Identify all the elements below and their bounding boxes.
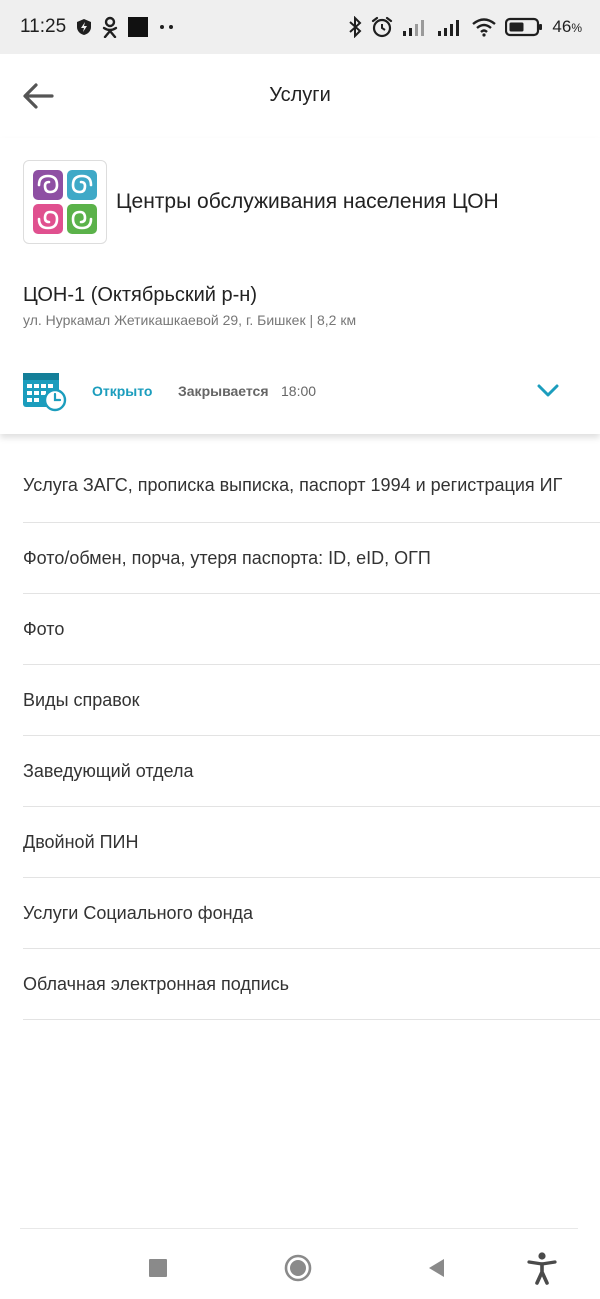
status-right: 46% <box>348 16 582 38</box>
signal-icon <box>438 20 460 36</box>
service-item[interactable]: Двойной ПИН <box>23 807 600 878</box>
branch-name: ЦОН-1 (Октябрьский р-н) <box>23 284 258 306</box>
service-item[interactable]: Заведующий отдела <box>23 736 600 807</box>
organization-card: Центры обслуживания населения ЦОН ЦОН-1 … <box>0 138 600 434</box>
accessibility-icon <box>527 1252 557 1285</box>
bluetooth-icon <box>349 16 362 38</box>
service-item[interactable]: Виды справок <box>23 665 600 736</box>
service-label: Услуга ЗАГС, прописка выписка, паспорт 1… <box>23 475 563 495</box>
page-title: Услуги <box>269 84 331 106</box>
service-item[interactable]: Услуга ЗАГС, прописка выписка, паспорт 1… <box>23 446 600 523</box>
back-nav-button[interactable] <box>416 1248 456 1288</box>
service-label: Фото/обмен, порча, утеря паспорта: ID, e… <box>23 548 431 568</box>
nav-divider <box>20 1228 578 1229</box>
system-navigation-bar <box>0 1228 600 1299</box>
organization-name: Центры обслуживания населения ЦОН <box>116 190 499 213</box>
battery-percent: 46% <box>552 17 582 36</box>
odnoklassniki-icon <box>102 16 118 38</box>
service-item[interactable]: Фото <box>23 594 600 665</box>
service-label: Двойной ПИН <box>23 832 139 852</box>
black-square-icon <box>128 17 149 37</box>
closes-time: 18:00 <box>281 383 317 399</box>
home-button[interactable] <box>278 1248 318 1288</box>
service-item[interactable]: Облачная электронная подпись <box>23 949 600 1020</box>
status-time: 11:25 <box>20 16 67 37</box>
con-logo-icon <box>33 170 97 234</box>
service-label: Виды справок <box>23 690 140 710</box>
branch-address: ул. Нуркамал Жетикашкаевой 29, г. Бишкек… <box>23 312 357 328</box>
expand-hours-button[interactable] <box>532 376 564 406</box>
back-triangle-icon <box>429 1259 444 1277</box>
alarm-icon <box>372 16 393 38</box>
app-header: Услуги <box>0 54 600 138</box>
working-hours-row[interactable]: Открыто Закрывается 18:00 <box>0 366 600 416</box>
battery-icon <box>505 17 543 37</box>
service-label: Заведующий отдела <box>23 761 194 781</box>
home-circle-icon <box>284 1254 312 1282</box>
shield-icon <box>77 19 92 35</box>
service-item[interactable]: Фото/обмен, порча, утеря паспорта: ID, e… <box>23 523 600 594</box>
signal-icon <box>403 20 425 36</box>
calendar-clock-icon <box>23 373 67 412</box>
service-item[interactable]: Услуги Социального фонда <box>23 878 600 949</box>
status-bar: 11:25 46% <box>0 0 600 54</box>
accessibility-button[interactable] <box>522 1248 562 1288</box>
wifi-icon <box>472 18 497 37</box>
open-status: Открыто <box>92 383 153 399</box>
service-label: Услуги Социального фонда <box>23 903 254 923</box>
recents-button[interactable] <box>138 1248 178 1288</box>
more-dots-icon <box>160 25 174 29</box>
organization-logo <box>23 160 107 244</box>
recents-square-icon <box>149 1259 167 1277</box>
service-label: Облачная электронная подпись <box>23 974 290 994</box>
service-label: Фото <box>23 619 65 639</box>
chevron-down-icon <box>537 384 559 397</box>
status-left: 11:25 <box>20 16 176 38</box>
services-list: Услуга ЗАГС, прописка выписка, паспорт 1… <box>0 446 600 1020</box>
closes-label: Закрывается <box>178 383 269 399</box>
